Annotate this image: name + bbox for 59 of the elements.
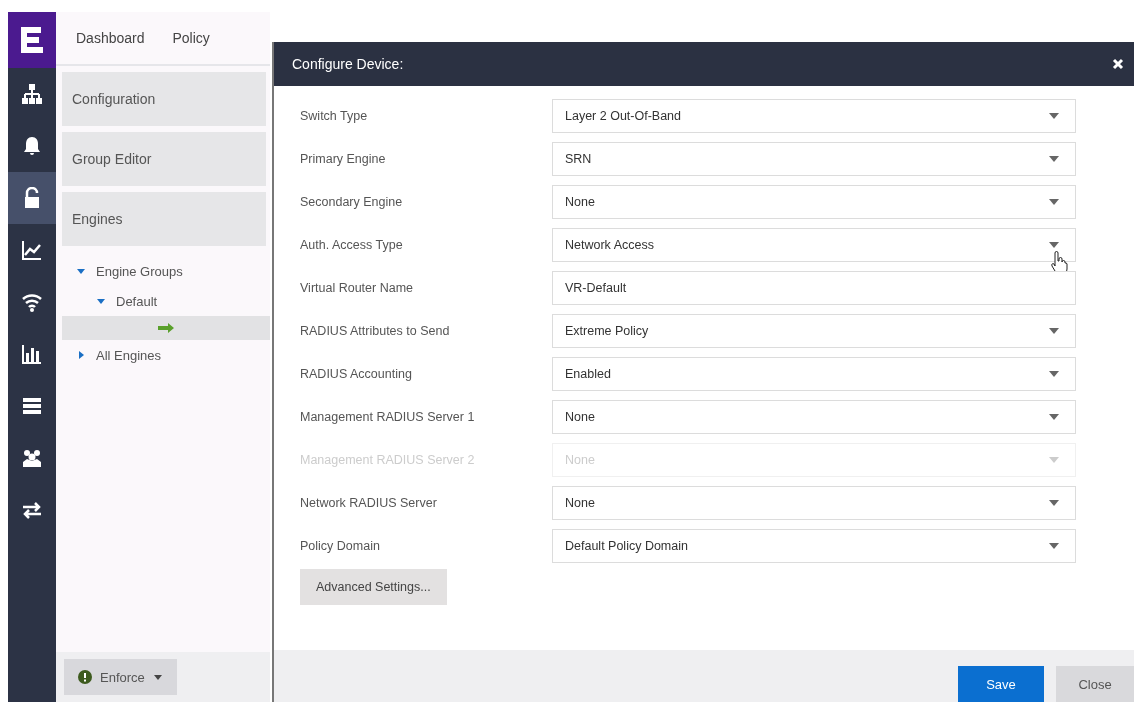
- tree-item[interactable]: Engine Groups: [96, 263, 183, 279]
- caret-icon[interactable]: [76, 350, 86, 360]
- field-label: Management RADIUS Server 1: [300, 409, 476, 424]
- field-label: Network RADIUS Server: [300, 495, 438, 510]
- dropdown[interactable]: Enabled: [552, 356, 1076, 391]
- nav-tab[interactable]: Dashboard: [76, 30, 145, 46]
- field-label: Policy Domain: [300, 538, 381, 553]
- sidebar-section[interactable]: Group Editor: [62, 132, 266, 186]
- server-icon[interactable]: [21, 395, 43, 417]
- close-button[interactable]: Close: [1056, 666, 1134, 702]
- dropdown[interactable]: Extreme Policy: [552, 313, 1076, 348]
- dropdown[interactable]: None: [552, 399, 1076, 434]
- caret-icon: [152, 673, 163, 681]
- bar-chart-icon[interactable]: [21, 343, 43, 365]
- caret-icon: [1049, 456, 1059, 463]
- caret-icon[interactable]: [96, 296, 106, 306]
- hierarchy-icon[interactable]: [21, 83, 43, 105]
- caret-icon: [1049, 198, 1059, 205]
- caret-icon: [1049, 241, 1059, 248]
- tree-item[interactable]: All Engines: [96, 347, 162, 363]
- caret-icon: [1049, 542, 1059, 549]
- caret-icon: [1049, 370, 1059, 377]
- save-button[interactable]: Save: [958, 666, 1044, 702]
- dropdown[interactable]: Default Policy Domain: [552, 528, 1076, 563]
- arrows-icon[interactable]: [21, 499, 43, 521]
- dialog-title: Configure Device:: [292, 56, 404, 72]
- alert-icon: [78, 670, 92, 684]
- field-label: RADIUS Accounting: [300, 366, 413, 381]
- field-label: Switch Type: [300, 108, 369, 123]
- dropdown[interactable]: None: [552, 485, 1076, 520]
- field-label: RADIUS Attributes to Send: [300, 323, 451, 338]
- logo-icon[interactable]: [19, 25, 45, 55]
- caret-icon: [1049, 413, 1059, 420]
- caret-icon: [1049, 112, 1059, 119]
- tree-item[interactable]: Default: [116, 293, 158, 309]
- field-label: Auth. Access Type: [300, 237, 404, 252]
- sidebar-section[interactable]: Configuration: [62, 72, 266, 126]
- group-icon[interactable]: [21, 447, 43, 469]
- nav-tab[interactable]: Policy: [172, 30, 210, 46]
- field-label: Primary Engine: [300, 151, 387, 166]
- arrow-icon: [158, 323, 174, 333]
- enforce-button[interactable]: Enforce: [64, 659, 177, 695]
- wifi-icon[interactable]: [21, 291, 43, 313]
- dropdown[interactable]: SRN: [552, 141, 1076, 176]
- advanced-settings-button[interactable]: Advanced Settings...: [300, 569, 447, 605]
- dropdown[interactable]: None: [552, 184, 1076, 219]
- caret-icon: [1049, 499, 1059, 506]
- caret-icon[interactable]: [76, 266, 86, 276]
- dropdown[interactable]: Network Access: [552, 227, 1076, 262]
- field-label: Secondary Engine: [300, 194, 404, 209]
- line-chart-icon[interactable]: [21, 239, 43, 261]
- caret-icon: [1049, 327, 1059, 334]
- text-field[interactable]: VR-Default: [552, 270, 1076, 305]
- bell-icon[interactable]: [21, 135, 43, 157]
- close-icon[interactable]: [1112, 58, 1124, 70]
- caret-icon: [1049, 155, 1059, 162]
- dropdown[interactable]: Layer 2 Out-Of-Band: [552, 98, 1076, 133]
- sidebar-section[interactable]: Engines: [62, 192, 266, 246]
- field-label: Virtual Router Name: [300, 280, 414, 295]
